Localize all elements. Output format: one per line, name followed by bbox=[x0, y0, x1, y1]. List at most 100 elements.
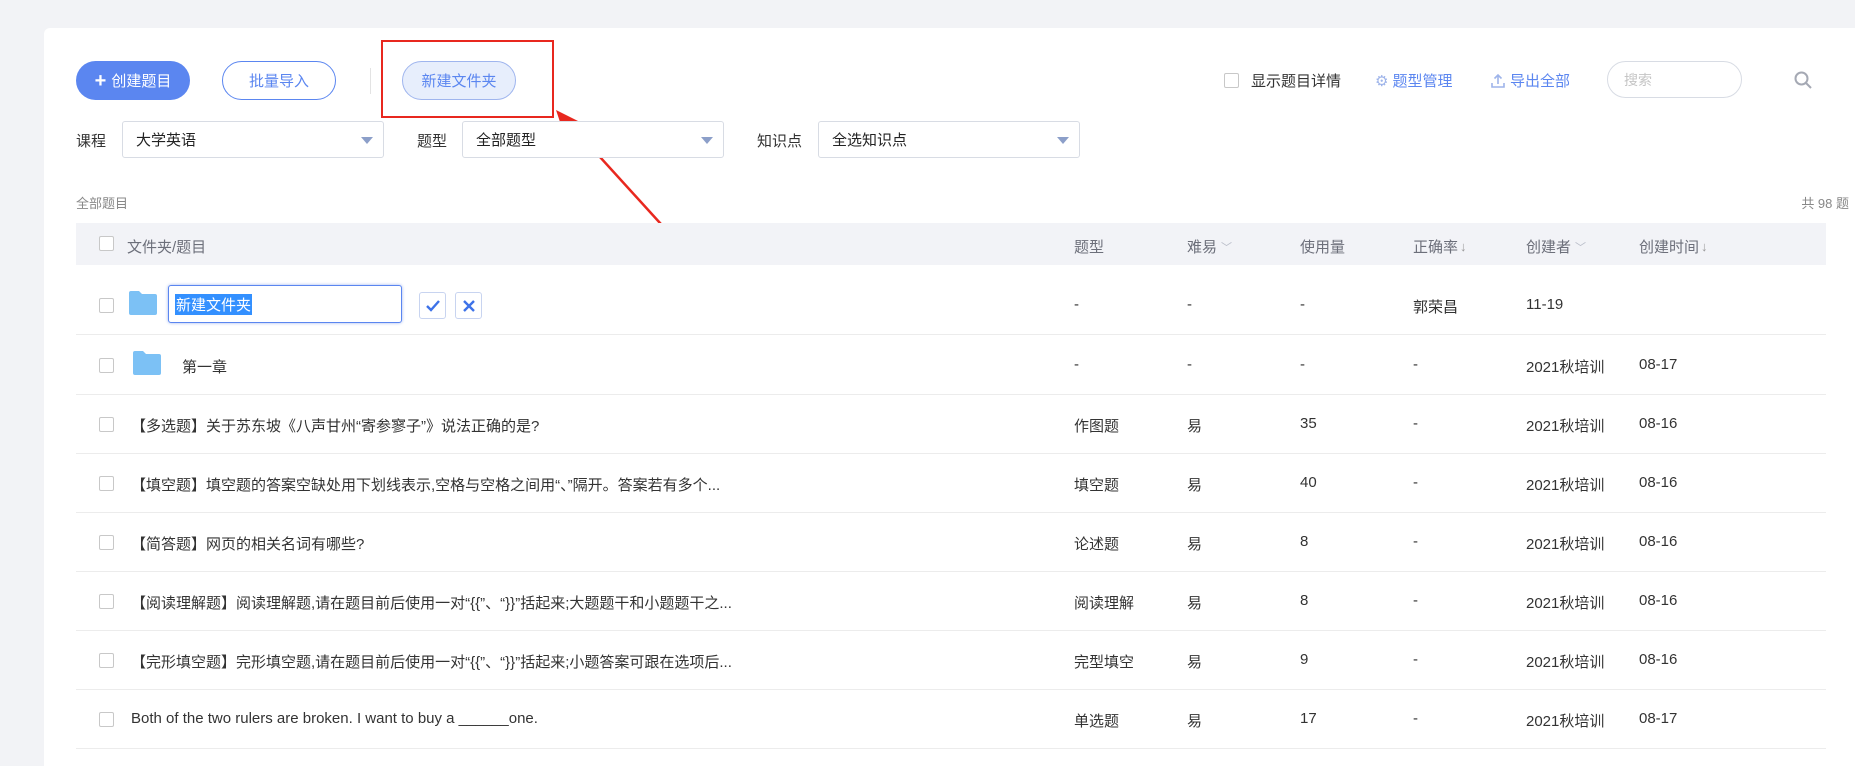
table-row[interactable]: 【简答题】网页的相关名词有哪些? 论述题 易 8 - 2021秋培训 08-16 bbox=[76, 513, 1826, 572]
check-icon bbox=[425, 299, 440, 312]
cell-creator: 2021秋培训 bbox=[1526, 654, 1605, 671]
caret-down-icon bbox=[1057, 137, 1069, 144]
cell-difficulty: - bbox=[1187, 356, 1192, 373]
section-title: 全部题目 bbox=[76, 196, 129, 211]
cell-created: 08-16 bbox=[1639, 415, 1678, 432]
highlight-box bbox=[381, 40, 554, 118]
create-question-label: 创建题目 bbox=[111, 73, 172, 90]
cell-type: 作图题 bbox=[1074, 418, 1120, 435]
cell-usage: - bbox=[1300, 296, 1305, 313]
sort-down-icon: ↓ bbox=[1701, 239, 1708, 254]
row-checkbox[interactable] bbox=[99, 417, 114, 432]
knowledge-select[interactable]: 全选知识点 bbox=[818, 121, 1080, 158]
row-title[interactable]: 【完形填空题】完形填空题,请在题目前后使用一对“{{”、“}}”括起来;小题答案… bbox=[131, 651, 732, 672]
col-accuracy[interactable]: 正确率 ↓ bbox=[1413, 236, 1467, 257]
cell-created: 08-17 bbox=[1639, 356, 1678, 373]
table-row[interactable]: 【完形填空题】完形填空题,请在题目前后使用一对“{{”、“}}”括起来;小题答案… bbox=[76, 631, 1826, 690]
cell-type: 填空题 bbox=[1074, 477, 1120, 494]
type-filter-label: 题型 bbox=[417, 133, 448, 150]
select-all-checkbox[interactable] bbox=[99, 236, 114, 251]
cell-accuracy: - bbox=[1413, 592, 1418, 609]
cancel-button[interactable] bbox=[455, 292, 482, 319]
show-detail-label: 显示题目详情 bbox=[1251, 73, 1342, 90]
cell-creator: 2021秋培训 bbox=[1526, 595, 1605, 612]
cell-usage: 9 bbox=[1300, 651, 1309, 668]
row-checkbox[interactable] bbox=[99, 712, 114, 727]
cell-difficulty: 易 bbox=[1187, 713, 1203, 730]
cell-created: 08-16 bbox=[1639, 474, 1678, 491]
col-difficulty[interactable]: 难易 ﹀ bbox=[1187, 236, 1232, 257]
export-all-link[interactable]: 导出全部 bbox=[1490, 61, 1570, 100]
type-select[interactable]: 全部题型 bbox=[462, 121, 724, 158]
row-checkbox[interactable] bbox=[99, 476, 114, 491]
row-title[interactable]: 第一章 bbox=[182, 356, 227, 377]
table-row[interactable]: 【填空题】填空题的答案空缺处用下划线表示,空格与空格之间用“、”隔开。答案若有多… bbox=[76, 454, 1826, 513]
gear-icon: ⚙ bbox=[1375, 72, 1389, 90]
search-placeholder: 搜索 bbox=[1624, 71, 1652, 88]
cell-creator: 11-19 bbox=[1526, 296, 1564, 313]
show-detail-checkbox[interactable] bbox=[1224, 73, 1239, 88]
row-title[interactable]: 【多选题】关于苏东坡《八声甘州“寄参寥子”》说法正确的是? bbox=[131, 415, 539, 436]
table-row-folder[interactable]: 第一章 - - - - 2021秋培训 08-17 bbox=[76, 336, 1826, 395]
cell-type: - bbox=[1074, 356, 1079, 373]
folder-icon bbox=[133, 351, 161, 375]
row-checkbox[interactable] bbox=[99, 535, 114, 550]
row-checkbox[interactable] bbox=[99, 594, 114, 609]
cell-created: 08-17 bbox=[1639, 710, 1678, 727]
sort-down-icon: ↓ bbox=[1460, 239, 1467, 254]
cell-difficulty: 易 bbox=[1187, 536, 1203, 553]
type-select-value: 全部题型 bbox=[476, 132, 537, 149]
row-checkbox[interactable] bbox=[99, 653, 114, 668]
cell-creator: 2021秋培训 bbox=[1526, 359, 1605, 376]
plus-icon: + bbox=[94, 69, 107, 92]
cell-usage: 40 bbox=[1300, 474, 1317, 491]
cell-usage: 8 bbox=[1300, 533, 1309, 550]
caret-down-icon bbox=[361, 137, 373, 144]
close-icon bbox=[462, 299, 475, 312]
create-question-button[interactable]: + 创建题目 bbox=[76, 61, 190, 100]
course-filter-label: 课程 bbox=[76, 133, 107, 150]
row-checkbox[interactable] bbox=[99, 298, 114, 313]
caret-down-icon bbox=[701, 137, 713, 144]
table-row[interactable]: 【阅读理解题】阅读理解题,请在题目前后使用一对“{{”、“}}”括起来;大题题干… bbox=[76, 572, 1826, 631]
cell-creator: 2021秋培训 bbox=[1526, 536, 1605, 553]
row-title[interactable]: Both of the two rulers are broken. I wan… bbox=[131, 710, 538, 727]
search-icon[interactable] bbox=[1793, 70, 1813, 90]
row-title[interactable]: 【简答题】网页的相关名词有哪些? bbox=[131, 533, 364, 554]
cell-created: 08-16 bbox=[1639, 592, 1678, 609]
row-checkbox[interactable] bbox=[99, 358, 114, 373]
col-usage: 使用量 bbox=[1300, 239, 1346, 256]
table-row-new-folder: 新建文件夹 - - - 郭荣昌 11-19 bbox=[76, 276, 1826, 335]
cell-accuracy: - bbox=[1413, 356, 1418, 373]
cell-difficulty: - bbox=[1187, 296, 1192, 313]
type-manage-link[interactable]: ⚙ 题型管理 bbox=[1375, 61, 1452, 100]
folder-icon bbox=[129, 291, 157, 315]
cell-accuracy: - bbox=[1413, 533, 1418, 550]
toolbar-divider bbox=[370, 68, 371, 94]
folder-name-input-value: 新建文件夹 bbox=[175, 293, 253, 315]
folder-name-input[interactable]: 新建文件夹 bbox=[168, 285, 402, 323]
col-creator[interactable]: 创建者 ﹀ bbox=[1526, 236, 1586, 257]
cell-type: 论述题 bbox=[1074, 536, 1120, 553]
col-created[interactable]: 创建时间 ↓ bbox=[1639, 236, 1708, 257]
cell-creator: 2021秋培训 bbox=[1526, 713, 1605, 730]
cell-type: 阅读理解 bbox=[1074, 595, 1135, 612]
knowledge-select-value: 全选知识点 bbox=[832, 132, 908, 149]
show-detail-toggle[interactable]: 显示题目详情 bbox=[1224, 61, 1341, 100]
row-title[interactable]: 【填空题】填空题的答案空缺处用下划线表示,空格与空格之间用“、”隔开。答案若有多… bbox=[131, 474, 720, 495]
row-title[interactable]: 【阅读理解题】阅读理解题,请在题目前后使用一对“{{”、“}}”括起来;大题题干… bbox=[131, 592, 732, 613]
upload-icon bbox=[1491, 73, 1505, 88]
chevron-down-icon: ﹀ bbox=[1221, 241, 1233, 254]
table-row[interactable]: Both of the two rulers are broken. I wan… bbox=[76, 690, 1826, 749]
cell-accuracy: - bbox=[1413, 651, 1418, 668]
confirm-button[interactable] bbox=[419, 292, 446, 319]
col-title: 文件夹/题目 bbox=[127, 239, 207, 256]
table-row[interactable]: 【多选题】关于苏东坡《八声甘州“寄参寥子”》说法正确的是? 作图题 易 35 -… bbox=[76, 395, 1826, 454]
course-select[interactable]: 大学英语 bbox=[122, 121, 384, 158]
cell-accuracy: - bbox=[1413, 710, 1418, 727]
type-manage-label: 题型管理 bbox=[1392, 73, 1453, 90]
batch-import-button[interactable]: 批量导入 bbox=[222, 61, 336, 100]
cell-difficulty: 易 bbox=[1187, 654, 1203, 671]
batch-import-label: 批量导入 bbox=[248, 73, 309, 90]
search-input[interactable]: 搜索 bbox=[1607, 61, 1742, 98]
